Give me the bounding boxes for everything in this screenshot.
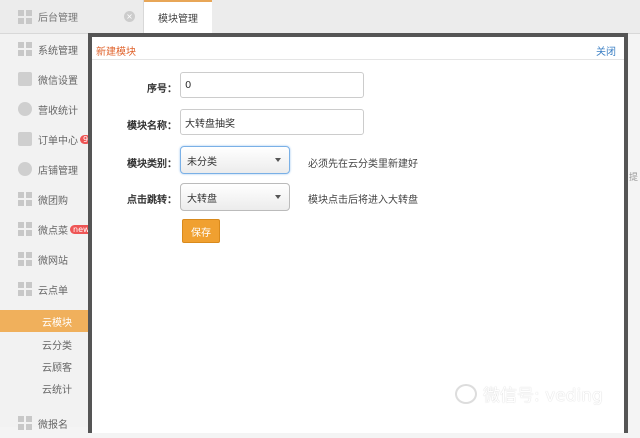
jump-select[interactable]: 大转盘 bbox=[180, 183, 290, 211]
edge-text: 提 bbox=[629, 173, 639, 183]
grid-icon bbox=[18, 192, 32, 206]
sidebar-subitem-label: 云顾客 bbox=[42, 362, 72, 374]
sidebar-item-label: 微报名 bbox=[38, 419, 68, 431]
sidebar-item-groupbuy[interactable]: 微团购 bbox=[0, 184, 89, 214]
sidebar-item-shop[interactable]: 店铺管理 bbox=[0, 154, 89, 184]
sidebar-item-label: 微点菜 bbox=[38, 225, 68, 237]
grid-icon bbox=[18, 9, 32, 24]
close-icon[interactable]: × bbox=[124, 11, 135, 22]
jump-label: 点击跳转： bbox=[127, 195, 177, 206]
grid-icon bbox=[18, 252, 32, 266]
watermark-text: 微信号: veding bbox=[483, 386, 603, 406]
category-hint: 必须先在云分类里新建好 bbox=[308, 159, 418, 170]
dialog-title: 新建模块 bbox=[96, 47, 136, 58]
dialog-close-link[interactable]: 关闭 bbox=[596, 43, 616, 58]
sidebar-subitem-cloud-module[interactable]: 云模块 bbox=[0, 310, 89, 332]
mail-icon bbox=[18, 72, 32, 86]
printer-icon bbox=[18, 132, 32, 146]
tab-admin[interactable]: 后台管理 × bbox=[0, 0, 144, 33]
category-select-value: 未分类 bbox=[187, 156, 217, 168]
divider bbox=[92, 59, 624, 60]
grid-icon bbox=[18, 222, 32, 236]
new-module-dialog: 新建模块 关闭 序号： 0 模块名称： 大转盘抽奖 模块类别： 未分类 必须先在… bbox=[88, 33, 628, 433]
category-select[interactable]: 未分类 bbox=[180, 146, 290, 174]
sidebar-item-revenue[interactable]: 营收统计 bbox=[0, 94, 89, 124]
jump-hint: 模块点击后将进入大转盘 bbox=[308, 195, 418, 206]
chevron-down-icon bbox=[275, 158, 281, 162]
sidebar-item-wechat[interactable]: 微信设置 bbox=[0, 64, 89, 94]
jump-select-value: 大转盘 bbox=[187, 193, 217, 205]
pie-chart-icon bbox=[18, 102, 32, 116]
tab-label: 模块管理 bbox=[158, 14, 198, 25]
order-label: 序号： bbox=[147, 84, 177, 95]
sidebar-item-label: 系统管理 bbox=[38, 45, 78, 57]
grid-icon bbox=[18, 282, 32, 296]
shop-icon bbox=[18, 162, 32, 176]
category-label: 模块类别： bbox=[127, 159, 177, 170]
sidebar-item-label: 店铺管理 bbox=[38, 165, 78, 177]
watermark: 微信号: veding bbox=[455, 381, 603, 406]
wechat-icon bbox=[455, 383, 477, 404]
grid-icon bbox=[18, 42, 32, 56]
tab-module-management[interactable]: 模块管理 bbox=[144, 0, 212, 33]
tab-label: 后台管理 bbox=[38, 13, 78, 24]
module-name-label: 模块名称： bbox=[127, 121, 177, 132]
sidebar: 系统管理 微信设置 营收统计 订单中心 9 店铺管理 微团购 微点菜 new 微… bbox=[0, 0, 93, 431]
sidebar-subitem-cloud-customer[interactable]: 云顾客 bbox=[0, 355, 89, 377]
module-name-input[interactable]: 大转盘抽奖 bbox=[180, 109, 364, 135]
sidebar-item-label: 微信设置 bbox=[38, 75, 78, 87]
sidebar-subitem-label: 云统计 bbox=[42, 384, 72, 396]
sidebar-item-label: 微网站 bbox=[38, 255, 68, 267]
sidebar-item-orders[interactable]: 订单中心 9 bbox=[0, 124, 92, 154]
sidebar-item-label: 云点单 bbox=[38, 285, 68, 297]
tab-bar: 后台管理 × 模块管理 bbox=[0, 0, 640, 34]
sidebar-item-label: 订单中心 bbox=[38, 135, 78, 147]
sidebar-subitem-label: 云分类 bbox=[42, 340, 72, 352]
sidebar-item-system[interactable]: 系统管理 bbox=[0, 34, 89, 64]
sidebar-subitem-cloud-stats[interactable]: 云统计 bbox=[0, 377, 89, 399]
grid-icon bbox=[18, 416, 32, 430]
sidebar-item-label: 营收统计 bbox=[38, 105, 78, 117]
order-input[interactable]: 0 bbox=[180, 72, 364, 98]
chevron-down-icon bbox=[275, 195, 281, 199]
sidebar-item-signup[interactable]: 微报名 bbox=[0, 408, 89, 438]
save-button[interactable]: 保存 bbox=[182, 219, 220, 243]
sidebar-subitem-label: 云模块 bbox=[42, 317, 72, 329]
sidebar-item-label: 微团购 bbox=[38, 195, 68, 207]
sidebar-subitem-cloud-category[interactable]: 云分类 bbox=[0, 333, 89, 355]
sidebar-item-website[interactable]: 微网站 bbox=[0, 244, 89, 274]
sidebar-item-dishes[interactable]: 微点菜 new bbox=[0, 214, 93, 244]
sidebar-item-cloud-order[interactable]: 云点单 bbox=[0, 274, 89, 304]
